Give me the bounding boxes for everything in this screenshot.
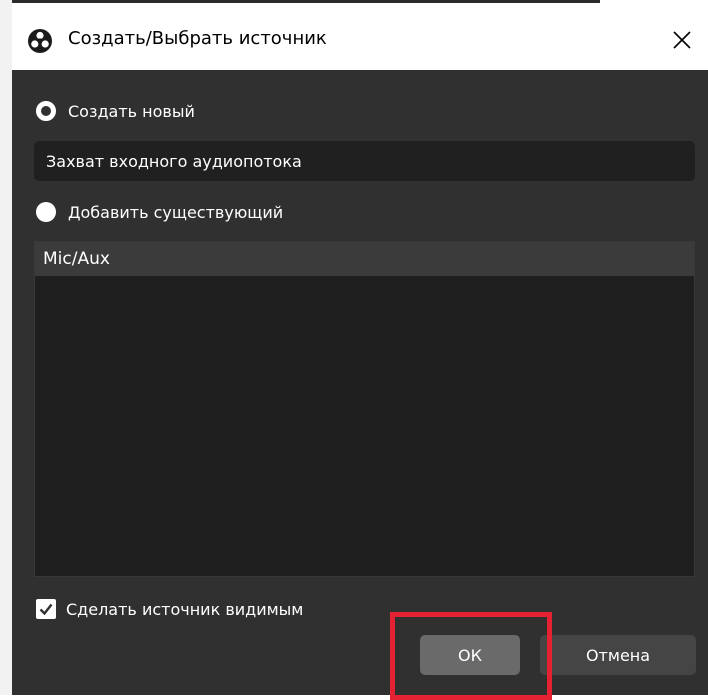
- close-icon: [673, 31, 691, 49]
- create-new-radio[interactable]: [36, 101, 56, 121]
- background-top: [0, 0, 708, 10]
- add-existing-label: Добавить существующий: [68, 202, 284, 222]
- make-visible-option[interactable]: Сделать источник видимым: [36, 594, 303, 624]
- add-existing-radio-option[interactable]: Добавить существующий: [36, 197, 283, 227]
- create-new-label: Создать новый: [68, 101, 195, 121]
- list-item[interactable]: Mic/Aux: [35, 242, 694, 276]
- close-button[interactable]: [656, 10, 708, 70]
- make-visible-label: Сделать источник видимым: [66, 599, 304, 619]
- dialog-title: Создать/Выбрать источник: [68, 28, 327, 49]
- add-existing-radio[interactable]: [36, 202, 56, 222]
- existing-sources-list[interactable]: Mic/Aux: [34, 241, 695, 577]
- background-strip: [0, 0, 600, 3]
- source-name-input[interactable]: [34, 141, 695, 181]
- create-select-source-dialog: Создать/Выбрать источник Создать новый Д…: [12, 10, 708, 700]
- title-bar: Создать/Выбрать источник: [12, 10, 708, 70]
- checkmark-icon: [39, 603, 53, 616]
- background-left-edge: [0, 0, 12, 695]
- cancel-button[interactable]: Отмена: [540, 635, 696, 675]
- create-new-radio-option[interactable]: Создать новый: [36, 96, 195, 126]
- ok-button[interactable]: ОК: [420, 635, 520, 675]
- make-visible-checkbox[interactable]: [36, 599, 56, 619]
- obs-logo-icon: [28, 29, 52, 53]
